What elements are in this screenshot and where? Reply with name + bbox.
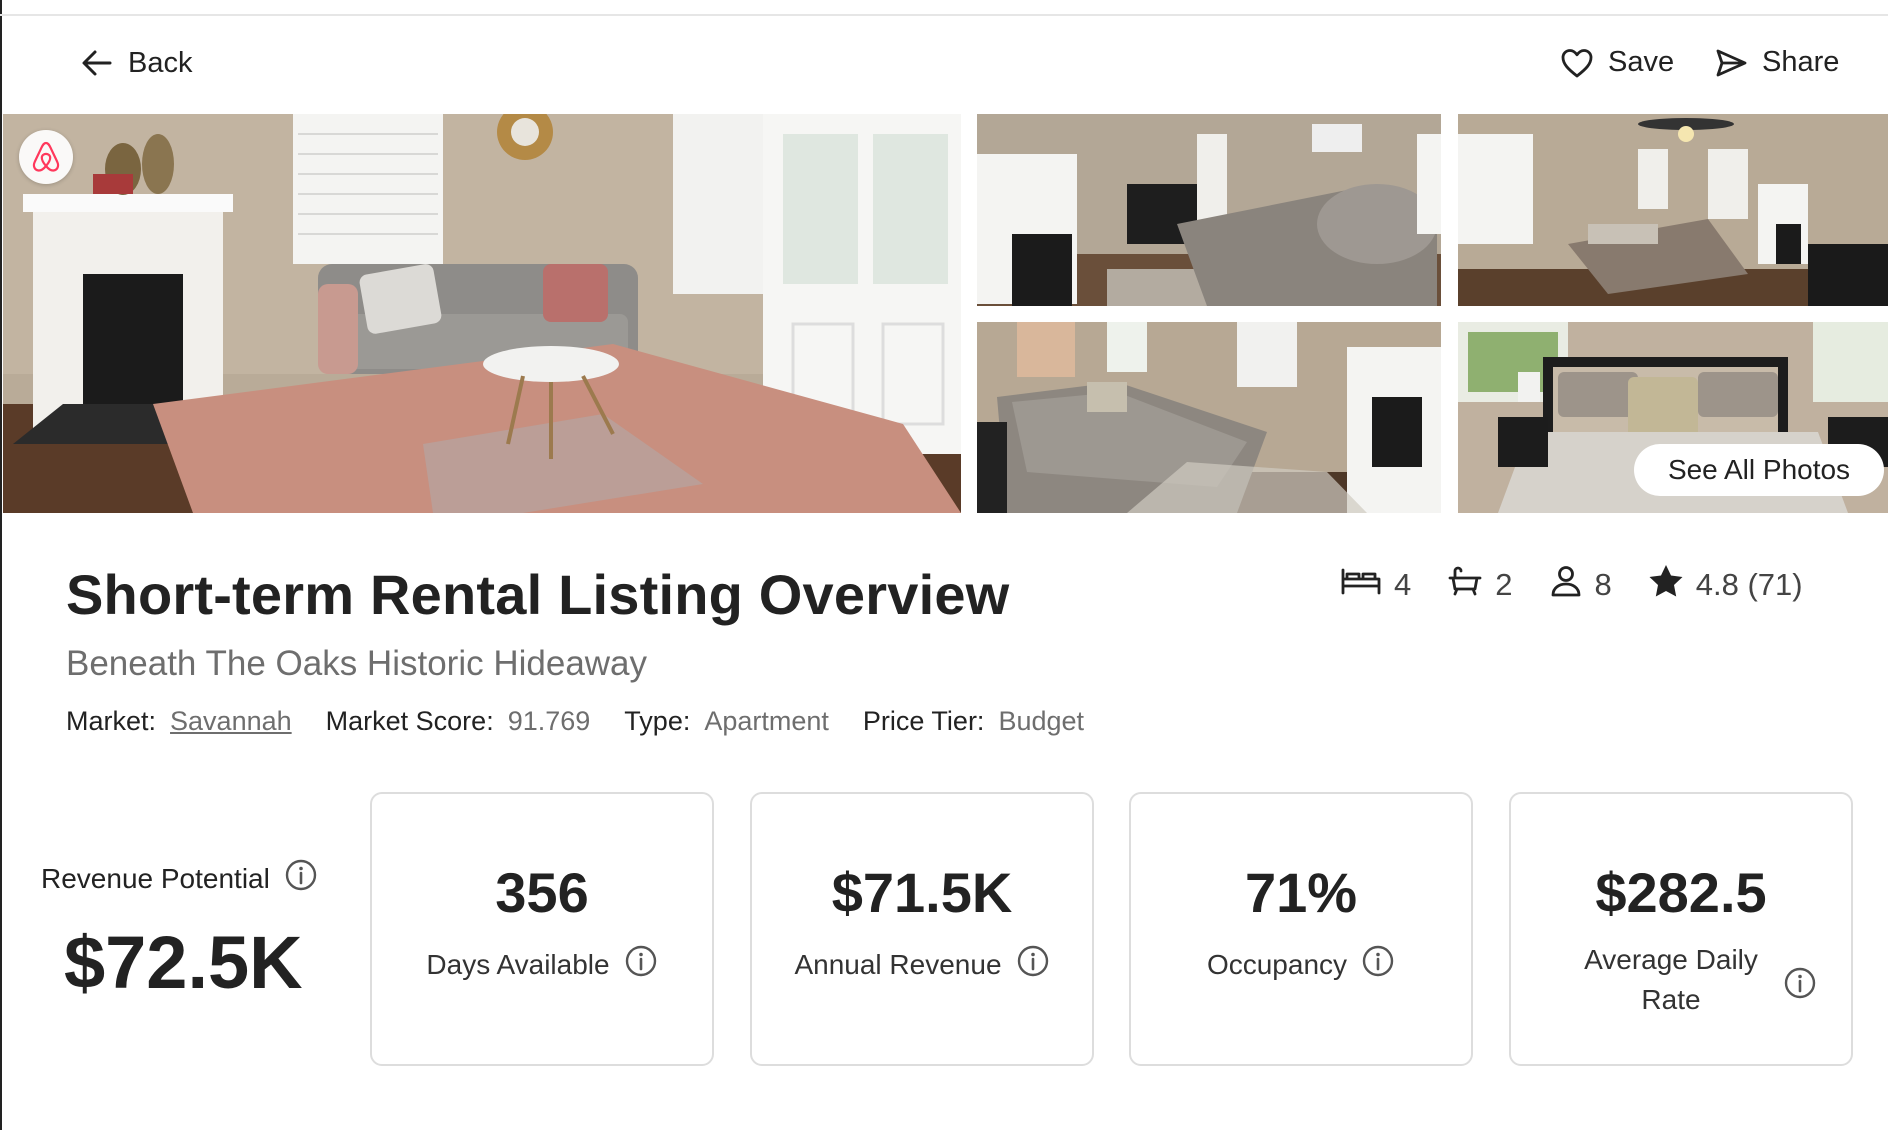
average-daily-rate-value: $282.5 [1595,861,1767,924]
annual-revenue-label: Annual Revenue [752,944,1092,985]
market-score-key: Market Score: [325,706,494,736]
price-tier-value: Budget [998,706,1085,736]
occupancy-card: 71% Occupancy [1129,792,1473,1066]
days-available-text: Days Available [426,948,610,980]
save-button[interactable]: Save [1560,46,1674,79]
days-available-label: Days Available [372,944,712,985]
living-room-photo[interactable] [3,114,961,513]
revenue-potential-value: $72.5K [64,921,303,1004]
star-icon [1648,564,1684,606]
type-value: Apartment [704,706,829,736]
occupancy-label: Occupancy [1131,944,1471,985]
send-icon [1714,47,1748,79]
rating-stat: 4.8 (71) [1648,564,1803,606]
top-divider [0,14,1888,16]
page-title: Short-term Rental Listing Overview [66,563,1010,626]
days-available-card: 356 Days Available [370,792,714,1066]
bedroom-photo-1[interactable] [977,114,1441,306]
save-label: Save [1608,46,1675,78]
info-icon[interactable] [1783,966,1817,1005]
share-button[interactable]: Share [1714,46,1839,79]
airbnb-logo-icon [19,130,73,184]
arrow-left-icon [80,46,114,80]
bed-icon [1340,565,1382,605]
listing-meta: Market: Savannah Market Score: 91.769 Ty… [66,706,1118,737]
price-tier-key: Price Tier: [862,706,985,736]
info-icon[interactable] [1016,944,1050,985]
market-score-value: 91.769 [507,706,591,736]
back-button[interactable]: Back [80,46,192,80]
back-label: Back [128,46,193,79]
market-key: Market: [66,706,157,736]
bathtub-icon [1447,565,1483,605]
revenue-potential-label: Revenue Potential [41,858,318,899]
occupancy-text: Occupancy [1206,948,1348,980]
info-icon[interactable] [1361,944,1395,985]
listing-stats: 4 2 8 4.8 (71) [1340,564,1803,606]
beds-stat: 4 [1340,565,1411,605]
see-all-photos-button[interactable]: See All Photos [1634,444,1884,496]
average-daily-rate-label: Average Daily Rate [1584,944,1758,1015]
window-edge [0,0,2,1130]
listing-name: Beneath The Oaks Historic Hideaway [66,644,648,683]
guests-stat: 8 [1549,564,1612,606]
average-daily-rate-card: $282.5 Average Daily Rate [1509,792,1853,1066]
guests-count: 8 [1594,567,1612,602]
bedroom-photo-3[interactable] [977,322,1441,513]
baths-count: 2 [1495,567,1513,602]
rating-value: 4.8 (71) [1695,567,1803,602]
annual-revenue-value: $71.5K [831,861,1013,924]
share-label: Share [1762,46,1840,78]
days-available-value: 356 [495,861,589,924]
market-link[interactable]: Savannah [170,706,292,737]
person-icon [1549,564,1583,606]
bedroom-photo-2[interactable] [1458,114,1888,306]
occupancy-value: 71% [1244,861,1358,924]
revenue-potential-text: Revenue Potential [41,862,270,894]
annual-revenue-text: Annual Revenue [794,948,1002,980]
info-icon[interactable] [624,944,658,985]
info-icon[interactable] [284,858,318,899]
toolbar: Back Save Share [0,40,1888,90]
beds-count: 4 [1394,567,1412,602]
heart-icon [1560,47,1594,79]
annual-revenue-card: $71.5K Annual Revenue [750,792,1094,1066]
type-key: Type: [624,706,691,736]
baths-stat: 2 [1447,565,1513,605]
